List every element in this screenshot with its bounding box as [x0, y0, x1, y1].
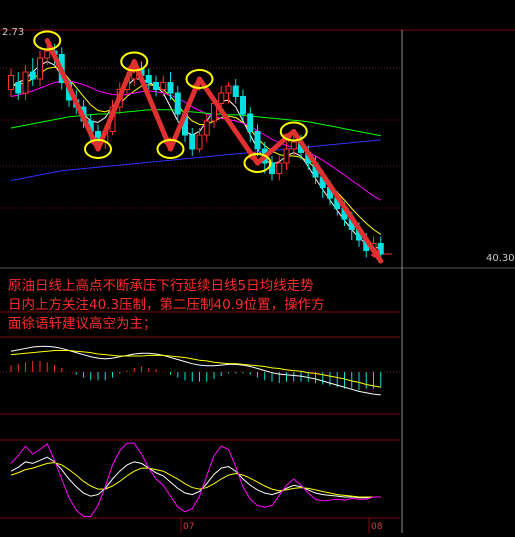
- candle-body: [174, 92, 181, 115]
- kdj-panel: [10, 442, 381, 517]
- trend-arrow: [44, 38, 101, 152]
- candle-body: [37, 57, 43, 80]
- candle-body: [240, 96, 246, 115]
- month-label-aug: 08: [371, 522, 383, 532]
- annotation-line: 日内上方关注40.3压制，第二压制40.9位置，操作方: [8, 297, 325, 313]
- month-label-jul: 07: [183, 522, 195, 532]
- candle-body: [44, 50, 51, 59]
- kline-chart: [0, 29, 515, 533]
- candle-body: [22, 71, 29, 94]
- candle-body: [225, 85, 232, 94]
- candle-body: [145, 75, 152, 83]
- macd-dif-line: [10, 345, 381, 396]
- macd-panel: [10, 345, 382, 396]
- trend-arrow: [95, 59, 137, 152]
- annotation-line: 原油日线上高点不断承压下行延续日线5日均线走势: [8, 278, 314, 294]
- candle-body: [167, 82, 174, 94]
- high-price-label: 2.73: [2, 27, 25, 38]
- candle-body: [254, 131, 261, 150]
- candle-body: [8, 75, 14, 90]
- chart-stage: 2.73 40.30 原油日线上高点不断承压下行延续日线5日均线走势 日内上方关…: [0, 0, 515, 533]
- candle-body: [15, 82, 22, 94]
- candle-body: [203, 120, 210, 136]
- candle-body: [153, 82, 159, 90]
- trend-arrow: [291, 129, 384, 264]
- candle-body: [189, 134, 196, 150]
- candle-body: [160, 82, 167, 90]
- candle-body: [276, 162, 283, 174]
- candle-body: [196, 134, 203, 150]
- candle-body: [232, 85, 239, 97]
- trend-arrows: [44, 38, 384, 264]
- candle-body: [218, 92, 225, 104]
- candle-body: [29, 71, 36, 80]
- trend-arrow: [131, 59, 173, 152]
- candle-body: [283, 148, 290, 164]
- annotation-line: 面徐语轩建议高空为主；: [8, 316, 157, 332]
- candle-body: [290, 141, 297, 150]
- kdj-j-line: [10, 442, 381, 517]
- analysis-annotation: 原油日线上高点不断承压下行延续日线5日均线走势 日内上方关注40.3压制，第二压…: [8, 277, 393, 334]
- last-price-label: 40.30: [486, 253, 515, 264]
- candle-body: [247, 113, 254, 132]
